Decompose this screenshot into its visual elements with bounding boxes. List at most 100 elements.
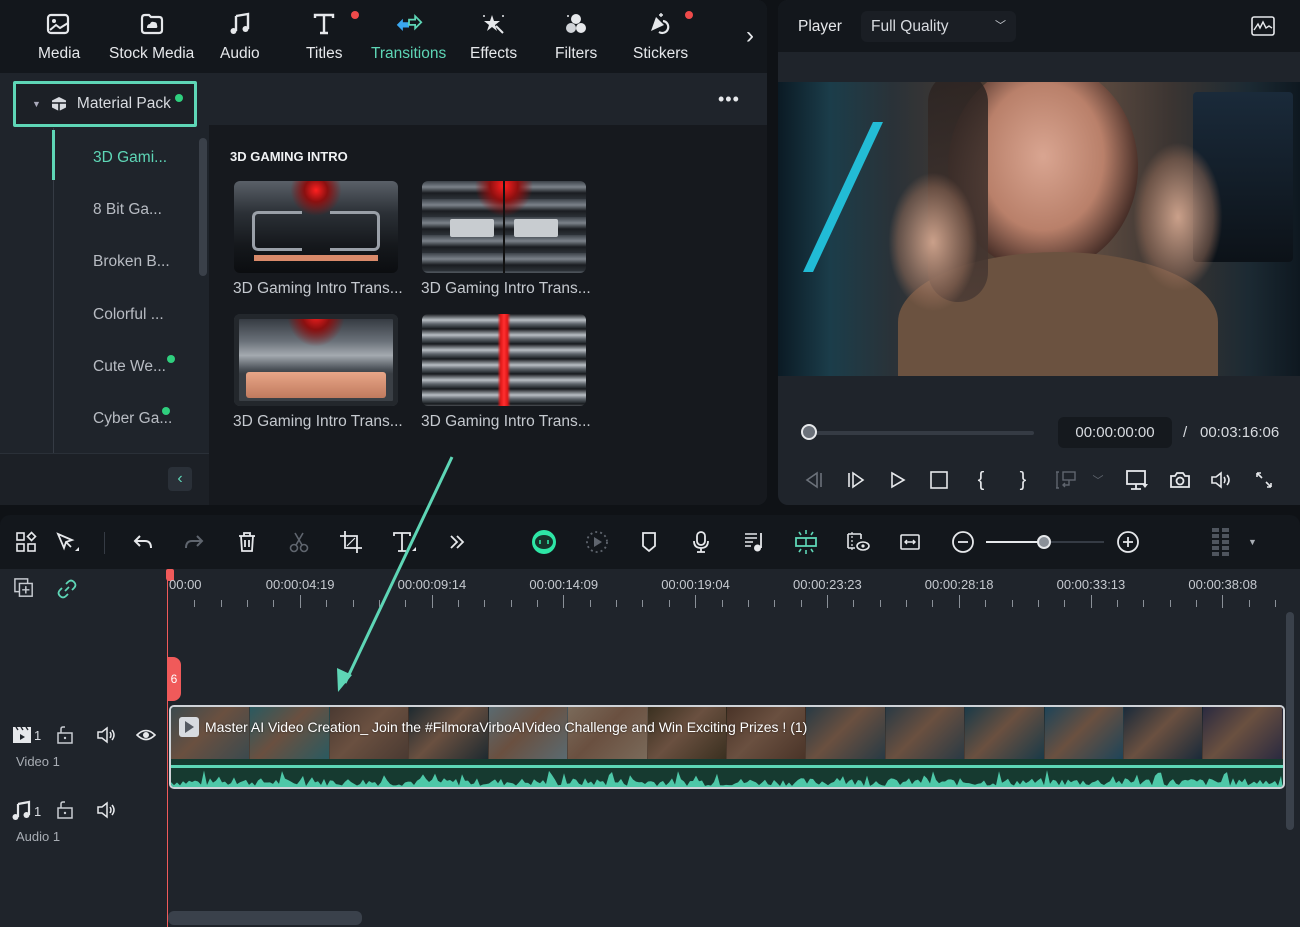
play-forward-frame-button[interactable] <box>844 468 868 492</box>
voiceover-button[interactable] <box>687 528 715 556</box>
tab-effects[interactable]: Effects <box>470 10 517 68</box>
volume-button[interactable] <box>1210 468 1234 492</box>
tab-filters[interactable]: Filters <box>555 10 597 68</box>
ruler-tick <box>352 600 354 607</box>
render-view-icon <box>847 532 870 552</box>
insert-button[interactable] <box>1054 468 1078 492</box>
quality-dropdown[interactable]: Full Quality ﹀ <box>861 11 1016 42</box>
stop-button[interactable] <box>927 468 951 492</box>
more-tools-button[interactable] <box>443 528 471 556</box>
category-badge <box>162 407 170 415</box>
tabs-next-button[interactable]: › <box>740 22 760 50</box>
audio-track-button[interactable] <box>740 528 768 556</box>
preview-quality-button[interactable] <box>844 528 872 556</box>
filters-icon <box>562 10 590 38</box>
video-clip[interactable]: Master AI Video Creation_ Join the #Film… <box>169 705 1285 789</box>
ruler-tick <box>774 600 776 607</box>
stock-media-icon <box>138 10 166 38</box>
waveform-path <box>171 770 1283 787</box>
transition-card[interactable]: 3D Gaming Intro Trans... <box>233 181 403 298</box>
transition-card[interactable]: 3D Gaming Intro Trans... <box>421 314 591 431</box>
mark-out-button[interactable]: } <box>1011 468 1035 492</box>
ruler-tick <box>616 600 618 607</box>
add-track-button[interactable] <box>14 578 34 598</box>
lock-track-button[interactable] <box>55 800 75 820</box>
tab-media[interactable]: Media <box>38 10 80 68</box>
category-item[interactable]: Colorful ... <box>93 306 164 324</box>
undo-button[interactable] <box>129 528 157 556</box>
redo-icon <box>185 535 204 549</box>
current-timecode[interactable]: 00:00:00:00 <box>1058 417 1172 448</box>
track-layout-dropdown[interactable]: ▼ <box>1248 537 1257 547</box>
player-header <box>778 0 1300 52</box>
insert-options-dropdown[interactable]: ﹀ <box>1086 468 1110 492</box>
link-button[interactable] <box>57 579 77 599</box>
magnetic-snap-button[interactable] <box>792 528 820 556</box>
tab-transitions[interactable]: Transitions <box>371 10 446 68</box>
video-scopes-button[interactable] <box>1251 16 1275 36</box>
transition-card[interactable]: 3D Gaming Intro Trans... <box>233 314 403 431</box>
category-item[interactable]: Cyber Ga... <box>93 410 172 428</box>
delete-button[interactable] <box>233 528 261 556</box>
seek-bar[interactable] <box>808 431 1034 435</box>
ruler-tick <box>853 600 855 607</box>
more-options-button[interactable]: ••• <box>718 89 740 110</box>
lock-track-button[interactable] <box>55 725 75 745</box>
zoom-in-button[interactable] <box>1114 528 1142 556</box>
vertical-scrollbar[interactable] <box>1286 612 1294 830</box>
category-item[interactable]: 3D Gami... <box>93 149 167 167</box>
audio-track-number: 1 <box>34 804 42 819</box>
redo-button[interactable] <box>180 528 208 556</box>
fit-timeline-button[interactable] <box>896 528 924 556</box>
render-preview-icon <box>586 531 608 553</box>
text-tool-button[interactable] <box>391 528 419 556</box>
tab-titles[interactable]: Titles <box>306 10 342 68</box>
select-tool-button[interactable] <box>54 528 82 556</box>
prev-frame-button[interactable] <box>802 468 826 492</box>
category-item[interactable]: 8 Bit Ga... <box>93 201 162 219</box>
auto-render-button[interactable] <box>583 528 611 556</box>
ruler-tick <box>879 600 881 607</box>
sidebar-scrollbar[interactable] <box>199 138 207 276</box>
play-button[interactable] <box>886 468 910 492</box>
library-tab-bar: Media Stock Media Audio Titles Transitio… <box>0 0 767 73</box>
collapse-sidebar-button[interactable]: ‹ <box>168 467 192 491</box>
split-button[interactable] <box>285 528 313 556</box>
ruler-tick <box>1196 600 1198 607</box>
category-item[interactable]: Broken B... <box>93 253 170 271</box>
ruler-tick <box>642 600 644 607</box>
tab-audio[interactable]: Audio <box>220 10 260 68</box>
display-settings-button[interactable] <box>1125 468 1149 492</box>
ruler-label: 00:00 <box>169 577 202 592</box>
mute-track-button[interactable] <box>97 800 117 820</box>
time-ruler[interactable] <box>166 569 1300 611</box>
transition-card[interactable]: 3D Gaming Intro Trans... <box>421 181 591 298</box>
hide-track-button[interactable] <box>136 725 156 745</box>
playhead[interactable] <box>167 570 168 927</box>
crop-icon <box>340 531 362 553</box>
tab-stickers[interactable]: Stickers <box>633 10 688 68</box>
track-layout-button[interactable] <box>1207 528 1235 556</box>
zoom-out-button[interactable] <box>949 528 977 556</box>
marker-button[interactable] <box>635 528 663 556</box>
tab-label: Titles <box>306 45 343 62</box>
material-pack-folder[interactable]: ▼ Material Pack <box>13 81 197 127</box>
crop-button[interactable] <box>337 528 365 556</box>
mute-track-button[interactable] <box>97 725 117 745</box>
ai-copilot-button[interactable] <box>530 528 558 556</box>
playhead-marker-tab[interactable]: 6 <box>167 657 181 701</box>
snapshot-button[interactable] <box>1168 468 1192 492</box>
fullscreen-button[interactable] <box>1252 468 1276 492</box>
category-item[interactable]: Cute We... <box>93 358 166 376</box>
mark-in-button[interactable]: { <box>969 468 993 492</box>
video-preview[interactable] <box>778 82 1300 376</box>
layout-button[interactable] <box>12 528 40 556</box>
stickers-icon <box>647 10 675 38</box>
zoom-slider-handle[interactable] <box>1037 535 1051 549</box>
seek-handle[interactable] <box>801 424 817 440</box>
media-icon <box>45 10 73 38</box>
ruler-tick <box>1011 600 1013 607</box>
horizontal-scrollbar[interactable] <box>168 911 362 925</box>
tab-stock-media[interactable]: Stock Media <box>109 10 194 68</box>
ruler-tick <box>194 600 196 607</box>
